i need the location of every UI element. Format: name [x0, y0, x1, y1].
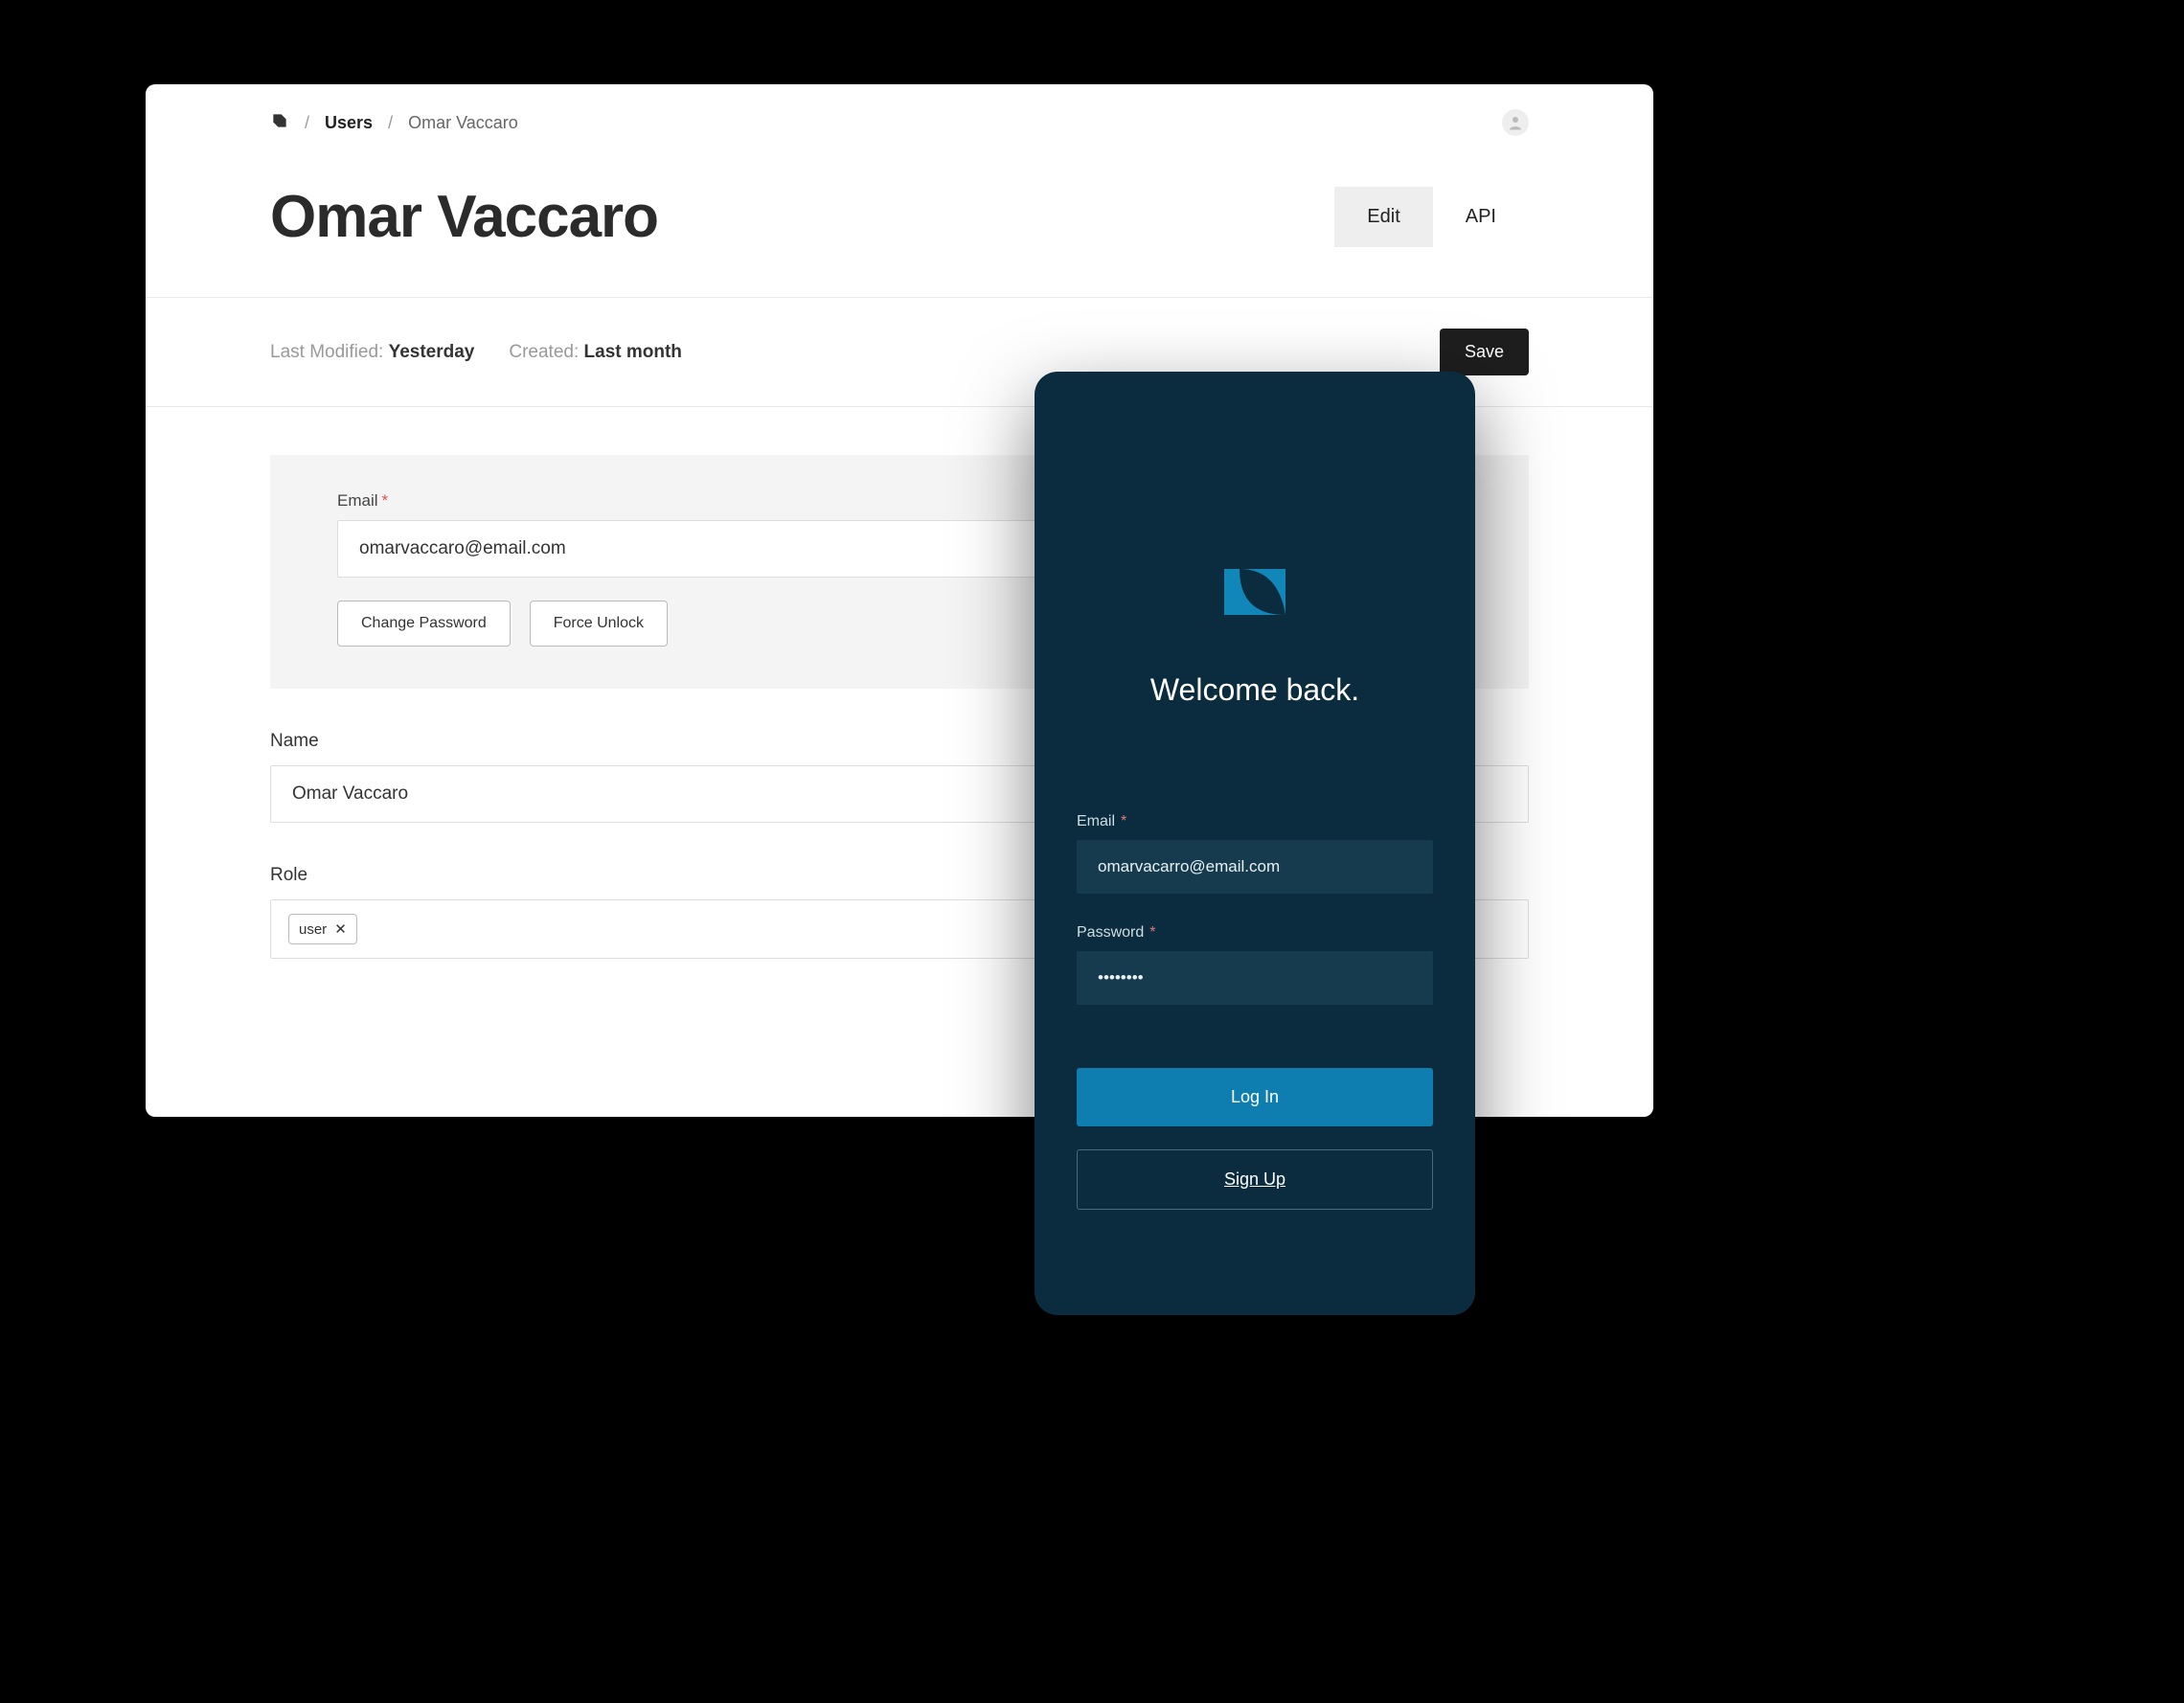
header: / Users / Omar Vaccaro Omar Vaccaro Edit… [146, 84, 1653, 297]
mobile-email-label: Email * [1077, 813, 1433, 830]
mobile-logo [1077, 554, 1433, 630]
mobile-password-field: Password * [1077, 924, 1433, 1005]
mobile-password-input[interactable] [1077, 951, 1433, 1005]
breadcrumb-separator: / [305, 113, 309, 133]
required-icon: * [382, 491, 389, 511]
mobile-email-input[interactable] [1077, 840, 1433, 894]
tab-group: Edit API [1334, 187, 1529, 247]
last-modified-label: Last Modified: [270, 342, 383, 362]
last-modified-value: Yesterday [389, 342, 475, 362]
mobile-email-label-text: Email [1077, 813, 1115, 830]
mobile-email-field: Email * [1077, 813, 1433, 894]
login-button[interactable]: Log In [1077, 1068, 1433, 1126]
welcome-heading: Welcome back. [1077, 672, 1433, 708]
mobile-login-card: Welcome back. Email * Password * Log In … [1035, 372, 1475, 1315]
mobile-password-label: Password * [1077, 924, 1433, 942]
created-value: Last month [584, 342, 682, 362]
save-button[interactable]: Save [1440, 329, 1529, 375]
avatar[interactable] [1502, 109, 1529, 136]
change-password-button[interactable]: Change Password [337, 601, 511, 647]
breadcrumb-current: Omar Vaccaro [408, 113, 518, 133]
force-unlock-button[interactable]: Force Unlock [530, 601, 668, 647]
breadcrumb: / Users / Omar Vaccaro [270, 109, 1529, 137]
breadcrumb-separator: / [388, 113, 393, 133]
last-modified: Last Modified: Yesterday [270, 342, 474, 363]
created: Created: Last month [509, 342, 682, 363]
logo-icon[interactable] [270, 109, 289, 137]
role-chip: user ✕ [288, 914, 357, 944]
signup-button[interactable]: Sign Up [1077, 1149, 1433, 1210]
mobile-password-label-text: Password [1077, 924, 1144, 942]
title-row: Omar Vaccaro Edit API [270, 183, 1529, 297]
created-label: Created: [509, 342, 579, 362]
leaf-logo-icon [1217, 554, 1293, 630]
required-icon: * [1149, 924, 1155, 942]
page-title: Omar Vaccaro [270, 183, 658, 251]
user-icon [1507, 114, 1524, 131]
role-chip-label: user [299, 921, 327, 938]
email-label-text: Email [337, 491, 378, 511]
breadcrumb-users[interactable]: Users [325, 113, 373, 133]
meta-left: Last Modified: Yesterday Created: Last m… [270, 342, 682, 363]
required-icon: * [1121, 813, 1126, 830]
close-icon[interactable]: ✕ [334, 920, 347, 938]
tab-edit[interactable]: Edit [1334, 187, 1432, 247]
tab-api[interactable]: API [1433, 187, 1529, 247]
